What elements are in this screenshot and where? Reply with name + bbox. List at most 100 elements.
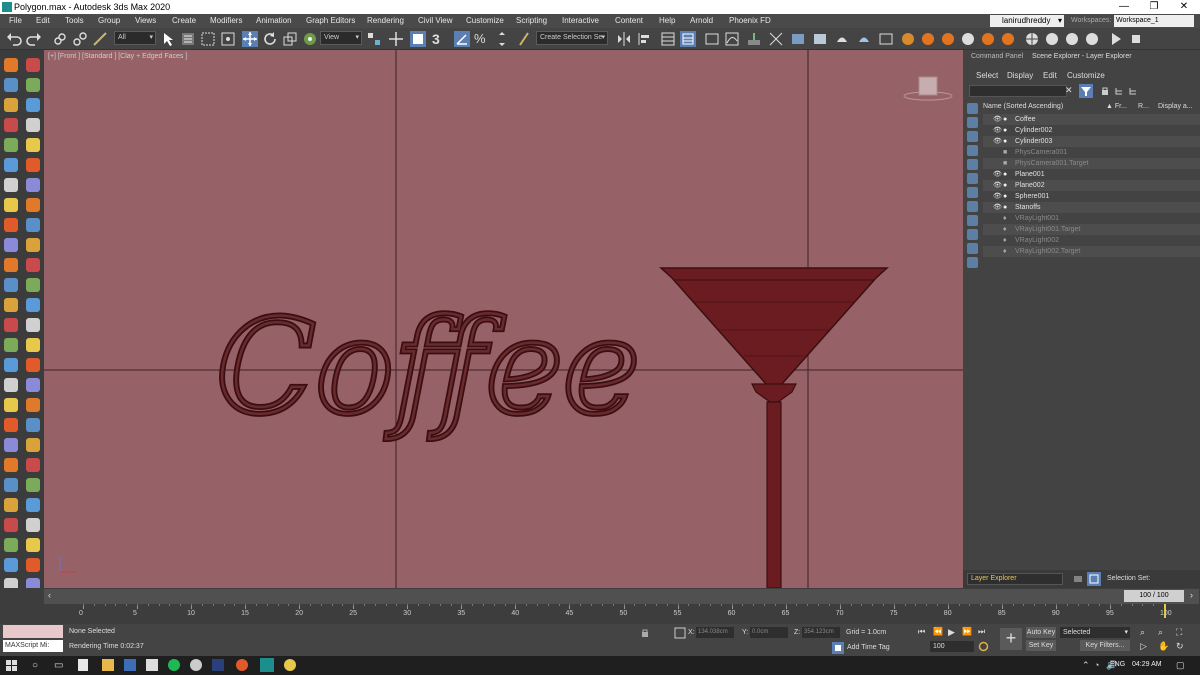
list-item[interactable]: 👁 ● Coffee	[983, 114, 1200, 125]
tool-motion-icon[interactable]	[26, 298, 40, 312]
explorer-dropdown[interactable]: Layer Explorer	[967, 573, 1063, 585]
list-item[interactable]: 👁 ● Plane002	[983, 180, 1200, 191]
tool-hierarchy-icon[interactable]	[4, 498, 18, 512]
layers-icon[interactable]	[1073, 574, 1083, 584]
menu-interactive[interactable]: Interactive	[562, 16, 599, 25]
tool-create-icon[interactable]	[26, 438, 40, 452]
task-view-icon[interactable]: ▭	[54, 660, 63, 671]
viewcube-icon[interactable]	[903, 76, 953, 101]
snaps-toggle[interactable]: 3	[432, 31, 448, 47]
select-manipulate-icon[interactable]	[388, 31, 404, 47]
menu-edit[interactable]: Edit	[36, 16, 50, 25]
minimize-button[interactable]: —	[1109, 0, 1139, 14]
menu-help[interactable]: Help	[659, 16, 675, 25]
keyboard-shortcut-override-icon[interactable]	[410, 31, 426, 47]
mirror-icon[interactable]	[616, 31, 632, 47]
workspace-dropdown[interactable]: Workspace_1	[1114, 15, 1194, 27]
spotify-icon[interactable]	[168, 659, 180, 671]
selection-filter-dropdown[interactable]: All ▾	[114, 31, 156, 45]
list-item[interactable]: 👁 ● Cylinder003	[983, 136, 1200, 147]
placement-icon[interactable]	[302, 31, 318, 47]
pan-icon[interactable]: ✋	[1158, 641, 1169, 652]
tool-display-icon[interactable]	[4, 538, 18, 552]
tool-vray-icon[interactable]	[4, 378, 18, 392]
display-containers-icon[interactable]	[967, 229, 978, 240]
timeline[interactable]: 100 / 100 ‹ › 0 5 10 15 20 25 30 35 40 45 50 55 60 65…	[0, 588, 1200, 624]
rectangular-selection-icon[interactable]	[200, 31, 216, 47]
tool-utilities-icon[interactable]	[26, 538, 40, 552]
wifi-icon[interactable]: ◔	[1094, 660, 1099, 670]
display-cameras-icon[interactable]	[967, 145, 978, 156]
blender-icon[interactable]	[236, 659, 248, 671]
list-item[interactable]: ■ PhysCamera001	[983, 147, 1200, 158]
tool-create-icon[interactable]	[4, 458, 18, 472]
arnold-mtl-icon[interactable]	[1064, 31, 1080, 47]
orbit-icon[interactable]: ↻	[1176, 641, 1184, 652]
close-button[interactable]: ✕	[1169, 0, 1199, 14]
store-icon[interactable]	[124, 659, 136, 671]
toggle-ribbon-icon[interactable]	[704, 31, 720, 47]
display-hidden-icon[interactable]	[967, 257, 978, 268]
display-helpers-icon[interactable]	[967, 159, 978, 170]
menu-civil-view[interactable]: Civil View	[418, 16, 453, 25]
render-in-cloud-icon[interactable]	[856, 31, 872, 47]
edit-named-selection-icon[interactable]	[516, 31, 532, 47]
eye-icon[interactable]: 👁	[993, 114, 1002, 125]
tab-command-panel[interactable]: Command Panel	[971, 53, 1023, 60]
lock-icon[interactable]	[1100, 86, 1110, 96]
arrow-right-icon[interactable]: ›	[1190, 590, 1193, 600]
lock-selection-icon[interactable]	[640, 628, 650, 638]
list-item[interactable]: 👁 ● Plane001	[983, 169, 1200, 180]
tool-scripts-icon[interactable]	[26, 218, 40, 232]
tool-vray-icon[interactable]	[26, 358, 40, 372]
tool-modify-icon[interactable]	[4, 78, 18, 92]
goto-start-icon[interactable]: ⏮	[918, 627, 925, 637]
tool-phoenix-icon[interactable]	[4, 218, 18, 232]
tool-modify-icon[interactable]	[4, 478, 18, 492]
menu-customize-panel[interactable]: Customize	[1067, 71, 1105, 80]
photoshop-icon[interactable]	[212, 659, 224, 671]
tool-arnold-icon[interactable]	[26, 378, 40, 392]
display-bones-icon[interactable]	[967, 215, 978, 226]
vray-sun-icon[interactable]	[1000, 31, 1016, 47]
menu-animation[interactable]: Animation	[256, 16, 292, 25]
next-frame-icon[interactable]: ⏩	[962, 627, 972, 636]
schematic-view-icon[interactable]	[746, 31, 762, 47]
vray-ipr-icon[interactable]	[940, 31, 956, 47]
tool-hierarchy-icon[interactable]	[26, 78, 40, 92]
time-slider-track[interactable]: 100 / 100 ‹ ›	[44, 589, 1199, 604]
column-name[interactable]: Name (Sorted Ascending)	[983, 103, 1063, 110]
y-coordinate-input[interactable]: 0.0cm	[750, 627, 788, 638]
tool-display-icon[interactable]	[26, 518, 40, 532]
menu-rendering[interactable]: Rendering	[367, 16, 404, 25]
chrome-icon[interactable]	[284, 659, 296, 671]
render-setup-icon[interactable]	[790, 31, 806, 47]
list-item[interactable]: ■ PhysCamera001.Target	[983, 158, 1200, 169]
add-time-tag[interactable]: Add Time Tag	[847, 644, 890, 651]
x-coordinate-input[interactable]: 134.038cm	[696, 627, 734, 638]
menu-create[interactable]: Create	[172, 16, 196, 25]
layers-icon[interactable]	[1128, 86, 1138, 96]
tool-modify-icon[interactable]	[26, 258, 40, 272]
menu-arnold[interactable]: Arnold	[690, 16, 713, 25]
tool-scripts-icon[interactable]	[26, 418, 40, 432]
display-shapes-icon[interactable]	[967, 117, 978, 128]
tool-vray-icon[interactable]	[26, 558, 40, 572]
hierarchy-icon[interactable]	[1114, 86, 1124, 96]
angle-snap-icon[interactable]	[454, 31, 470, 47]
list-item[interactable]: ♦ VRayLight002	[983, 235, 1200, 246]
window-crossing-icon[interactable]	[220, 31, 236, 47]
auto-key-button[interactable]: Auto Key	[1026, 627, 1056, 638]
scale-tool-icon[interactable]	[282, 31, 298, 47]
tool-arnold-icon[interactable]	[4, 398, 18, 412]
tool-motion-icon[interactable]	[4, 318, 18, 332]
column-frozen[interactable]: ▲ Fr...	[1106, 103, 1127, 110]
list-item[interactable]: ♦ VRayLight002.Target	[983, 246, 1200, 257]
redo-icon[interactable]	[26, 31, 42, 47]
tool-scripts-icon[interactable]	[4, 438, 18, 452]
menu-group[interactable]: Group	[98, 16, 120, 25]
arnold-ipr-icon[interactable]	[1044, 31, 1060, 47]
tool-modify-icon[interactable]	[26, 58, 40, 72]
list-item[interactable]: ♦ VRayLight001.Target	[983, 224, 1200, 235]
align-icon[interactable]	[636, 31, 652, 47]
